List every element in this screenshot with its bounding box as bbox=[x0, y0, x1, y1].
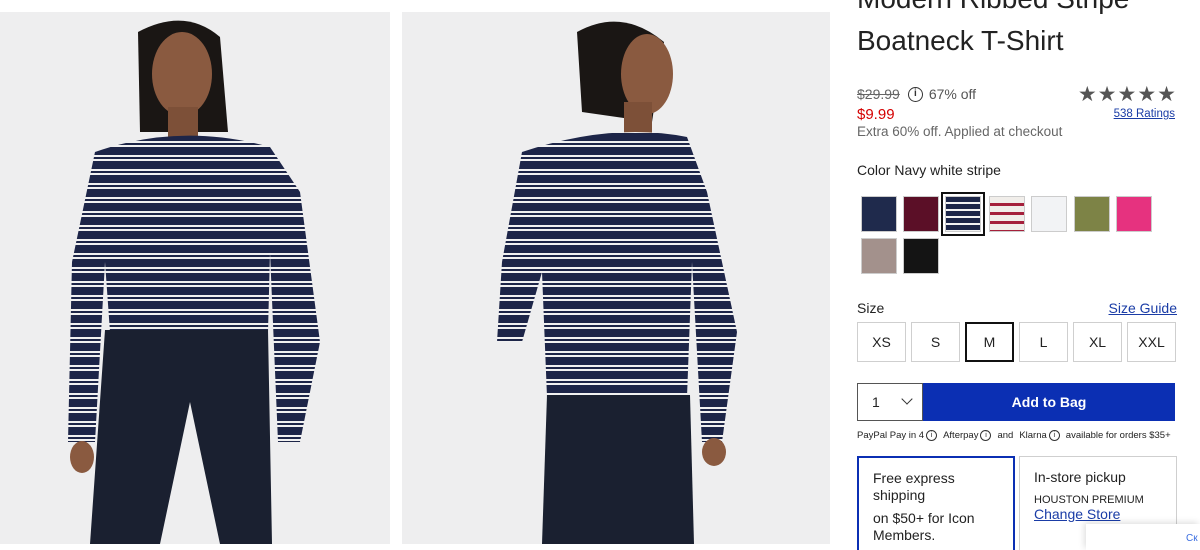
size-options: XS S M L XL XXL bbox=[857, 322, 1176, 362]
product-photo-front[interactable] bbox=[0, 12, 390, 544]
swatch-cream-red-stripe[interactable] bbox=[989, 196, 1025, 232]
and-label: and bbox=[997, 430, 1014, 441]
change-store-link[interactable]: Change Store bbox=[1034, 506, 1162, 522]
size-option-xs[interactable]: XS bbox=[857, 322, 906, 362]
percent-off: 67% off bbox=[928, 86, 977, 102]
size-option-s[interactable]: S bbox=[911, 322, 960, 362]
price-info-icon[interactable]: i bbox=[907, 86, 923, 102]
size-option-m[interactable]: M bbox=[965, 322, 1014, 362]
payment-options-row: PayPal Pay in 4 i Afterpay i and Klarna … bbox=[857, 430, 1171, 441]
product-title: Boatneck T-Shirt bbox=[857, 25, 1064, 56]
shipping-subtitle: on $50+ for Icon Members. bbox=[873, 510, 975, 543]
swatch-white[interactable] bbox=[1031, 196, 1067, 232]
size-option-xl[interactable]: XL bbox=[1073, 322, 1122, 362]
model-front-illustration bbox=[0, 12, 390, 544]
shipping-option-card[interactable]: Free express shipping on $50+ for Icon M… bbox=[857, 456, 1015, 550]
size-label: Size bbox=[857, 300, 885, 316]
klarna-info-icon[interactable]: i bbox=[1048, 430, 1060, 441]
swatch-navy[interactable] bbox=[861, 196, 897, 232]
swatch-navy-white-stripe[interactable] bbox=[941, 192, 985, 236]
swatch-olive[interactable] bbox=[1074, 196, 1110, 232]
size-option-l[interactable]: L bbox=[1019, 322, 1068, 362]
chat-widget-label: Ск bbox=[1186, 533, 1198, 544]
swatch-burgundy[interactable] bbox=[903, 196, 939, 232]
store-name: HOUSTON PREMIUM bbox=[1034, 494, 1144, 506]
price-row: $29.99 i 67% off bbox=[857, 86, 976, 102]
product-photo-back[interactable] bbox=[402, 12, 830, 544]
model-back-illustration bbox=[402, 12, 830, 544]
promo-note: Extra 60% off. Applied at checkout bbox=[857, 124, 1063, 139]
add-to-bag-button[interactable]: Add to Bag bbox=[923, 383, 1175, 421]
chevron-down-icon bbox=[901, 393, 913, 405]
ratings-link[interactable]: 538 Ratings bbox=[1114, 108, 1175, 120]
swatch-pink[interactable] bbox=[1116, 196, 1152, 232]
color-label: Color Navy white stripe bbox=[857, 162, 1001, 178]
rating-stars-icon[interactable]: ★★★★★ bbox=[1078, 84, 1177, 106]
swatch-taupe[interactable] bbox=[861, 238, 897, 274]
swatch-black[interactable] bbox=[903, 238, 939, 274]
chat-widget[interactable] bbox=[1086, 524, 1200, 550]
original-price: $29.99 bbox=[857, 86, 900, 102]
paypal-info-icon[interactable]: i bbox=[926, 430, 938, 441]
quantity-select[interactable]: 1 bbox=[857, 383, 923, 421]
afterpay-label: Afterpay bbox=[943, 430, 979, 441]
product-details-panel: Modern Ribbed Stripe Boatneck T-Shirt $2… bbox=[857, 0, 1177, 550]
paypal-label: PayPal Pay in 4 bbox=[857, 430, 925, 441]
size-option-xxl[interactable]: XXL bbox=[1127, 322, 1176, 362]
product-title-line1: Modern Ribbed Stripe bbox=[857, 0, 1129, 14]
pickup-title: In-store pickup bbox=[1034, 469, 1126, 485]
shipping-title: Free express shipping bbox=[873, 470, 955, 503]
quantity-value: 1 bbox=[872, 394, 880, 410]
afterpay-info-icon[interactable]: i bbox=[980, 430, 992, 441]
pay-availability-note: available for orders $35+ bbox=[1065, 430, 1171, 441]
klarna-label: Klarna bbox=[1019, 430, 1047, 441]
sale-price: $9.99 bbox=[857, 106, 895, 123]
size-guide-link[interactable]: Size Guide bbox=[1109, 300, 1177, 316]
